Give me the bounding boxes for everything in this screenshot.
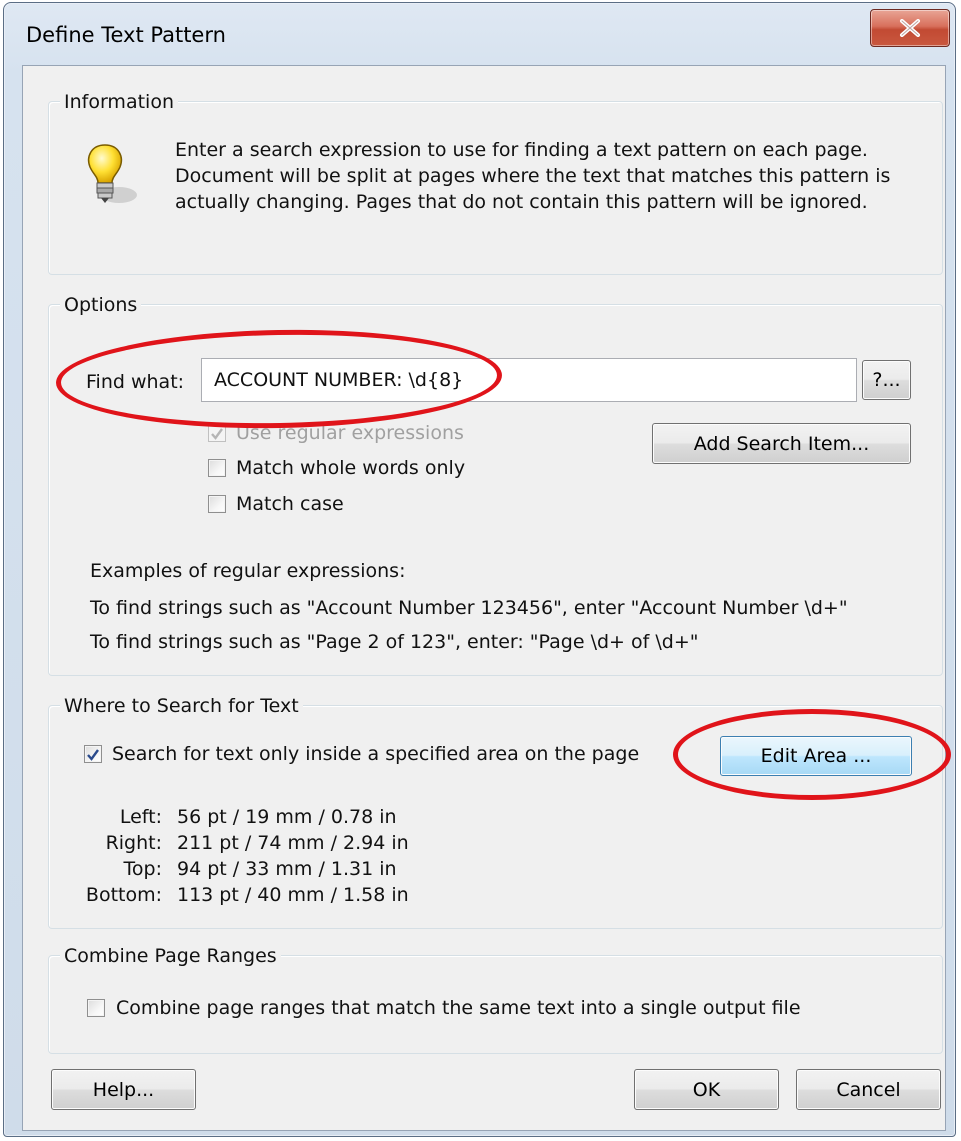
top-coord-label: Top: [123, 858, 162, 880]
left-coord-value: 56 pt / 19 mm / 0.78 in [177, 806, 397, 828]
information-text-line-1: Enter a search expression to use for fin… [175, 139, 868, 161]
right-coord-label: Right: [105, 832, 162, 854]
window-title: Define Text Pattern [26, 23, 226, 47]
help-button[interactable]: Help... [51, 1069, 196, 1110]
combine-ranges-label: Combine page ranges that match the same … [116, 997, 801, 1019]
cancel-button[interactable]: Cancel [796, 1069, 941, 1110]
example-line-1: To find strings such as "Account Number … [90, 597, 848, 619]
bottom-coord-value: 113 pt / 40 mm / 1.58 in [177, 884, 409, 906]
lightbulb-icon [87, 144, 137, 203]
information-group [48, 101, 943, 275]
dialog-window: Define Text Pattern Information Enter a … [3, 2, 956, 1137]
add-search-item-button[interactable]: Add Search Item... [652, 423, 911, 464]
dialog-client-area: Information Enter a search expression to… [22, 65, 951, 1131]
match-whole-words-checkbox[interactable] [208, 459, 226, 477]
search-area-label: Search for text only inside a specified … [112, 743, 640, 765]
right-coord-value: 211 pt / 74 mm / 2.94 in [177, 832, 409, 854]
information-text-line-3: actually changing. Pages that do not con… [175, 191, 868, 213]
combine-ranges-checkbox[interactable] [87, 999, 105, 1017]
checkmark-icon [87, 749, 99, 761]
top-coord-value: 94 pt / 33 mm / 1.31 in [177, 858, 397, 880]
bottom-coord-label: Bottom: [85, 884, 162, 906]
match-case-checkbox[interactable] [208, 495, 226, 513]
checkmark-icon [211, 428, 223, 440]
ok-button[interactable]: OK [634, 1069, 779, 1110]
match-case-label: Match case [236, 493, 344, 515]
search-area-checkbox[interactable] [84, 745, 102, 763]
where-to-search-group-label: Where to Search for Text [60, 695, 303, 717]
close-icon [900, 19, 920, 37]
information-text-line-2: Document will be split at pages where th… [175, 165, 891, 187]
information-group-label: Information [60, 91, 178, 113]
match-whole-words-label: Match whole words only [236, 457, 466, 479]
example-line-2: To find strings such as "Page 2 of 123",… [90, 631, 699, 653]
left-coord-label: Left: [119, 806, 162, 828]
edit-area-highlight-ellipse [673, 709, 951, 800]
regex-help-button[interactable]: ?... [862, 360, 911, 400]
examples-heading: Examples of regular expressions: [90, 560, 406, 582]
close-button[interactable] [870, 9, 950, 47]
combine-page-ranges-group-label: Combine Page Ranges [60, 945, 281, 967]
options-group-label: Options [60, 294, 142, 316]
